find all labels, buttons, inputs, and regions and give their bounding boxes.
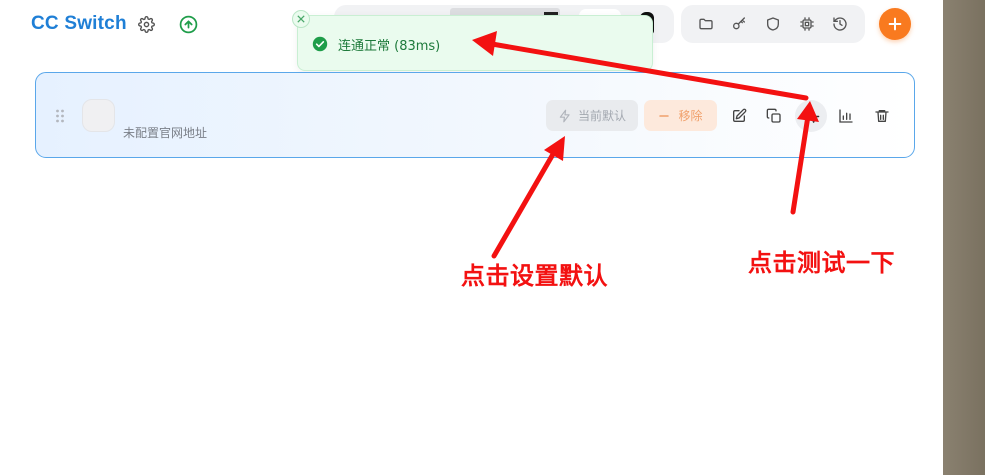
settings-icon[interactable]	[136, 14, 156, 34]
close-icon	[297, 15, 305, 23]
annotation-set-default: 点击设置默认	[461, 262, 608, 290]
lightning-icon	[559, 109, 570, 122]
drag-handle-icon[interactable]	[55, 109, 65, 123]
folder-icon[interactable]	[695, 13, 717, 35]
remove-button[interactable]: 移除	[644, 100, 717, 131]
chip-icon[interactable]	[796, 13, 818, 35]
delete-icon[interactable]	[869, 103, 895, 129]
set-default-button[interactable]: 当前默认	[546, 100, 638, 131]
toolbar	[681, 5, 865, 43]
remove-label: 移除	[678, 109, 703, 123]
provider-avatar	[82, 99, 115, 132]
background-edge	[943, 0, 985, 475]
check-circle-icon	[312, 36, 328, 52]
add-provider-button[interactable]	[879, 8, 911, 40]
usage-chart-icon[interactable]	[833, 103, 859, 129]
plus-icon	[888, 17, 902, 31]
history-icon[interactable]	[829, 13, 851, 35]
provider-card[interactable]: 未配置官网地址 当前默认 移除	[35, 72, 915, 158]
toast-message: 连通正常 (83ms)	[338, 39, 441, 54]
provider-url: 未配置官网地址	[123, 126, 208, 140]
app-title: CC Switch	[31, 13, 127, 34]
toast-close-button[interactable]	[292, 10, 310, 28]
minus-icon	[659, 114, 670, 117]
app-window: CC Switch 连通正常 (83ms) 未配置官网地址 当前默认 移除 点击…	[0, 0, 943, 475]
success-toast: 连通正常 (83ms)	[292, 10, 653, 71]
test-icon[interactable]	[795, 100, 827, 132]
copy-icon[interactable]	[761, 103, 787, 129]
key-icon[interactable]	[728, 13, 750, 35]
annotation-test: 点击测试一下	[748, 249, 895, 277]
shield-icon[interactable]	[762, 13, 784, 35]
set-default-label: 当前默认	[577, 109, 626, 123]
update-icon[interactable]	[178, 14, 198, 34]
edit-icon[interactable]	[726, 103, 752, 129]
